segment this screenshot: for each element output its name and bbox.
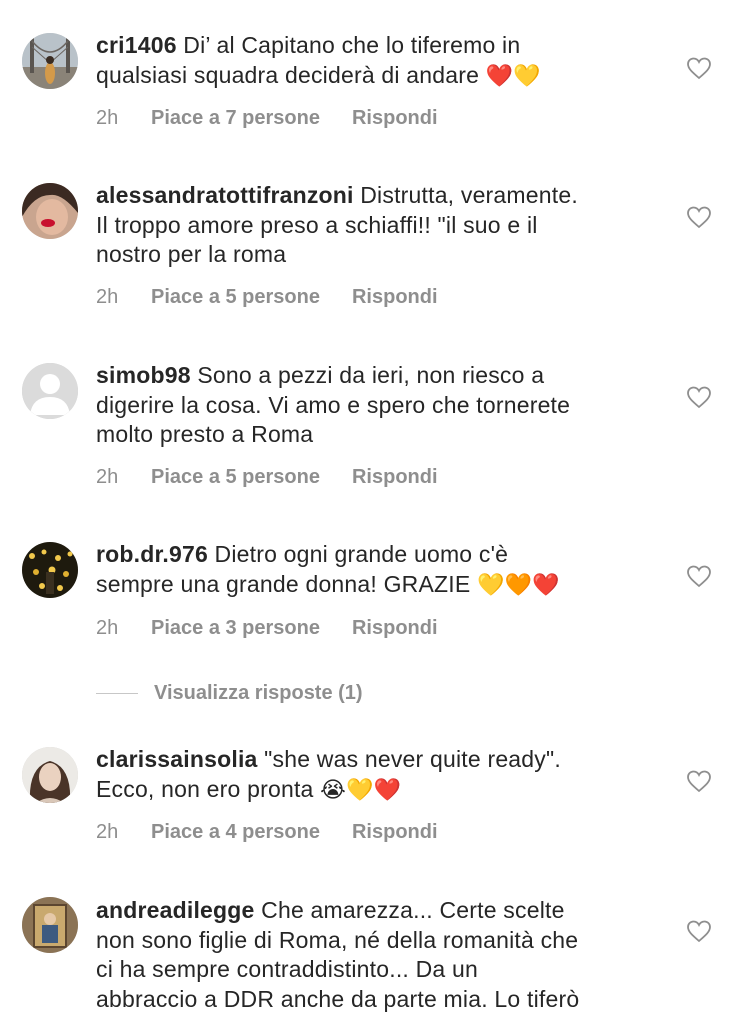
avatar[interactable] [22,542,78,598]
reply-button[interactable]: Rispondi [352,107,438,130]
comment-emojis: ❤️💛 [485,63,541,89]
comment-meta: 2h Piace a 3 persone Rispondi [96,617,438,640]
comment-likes-link[interactable]: Piace a 7 persone [151,107,320,130]
woman-portrait-avatar-image [22,747,78,803]
comment-text-line: Di’ al Capitano che lo tiferemo in [183,32,521,58]
comment-text-line: molto presto a Roma [96,421,314,447]
avatar[interactable] [22,33,78,89]
reply-button[interactable]: Rispondi [352,821,438,844]
like-button[interactable] [686,56,712,80]
comment-meta: 2h Piace a 5 persone Rispondi [96,286,438,309]
comment-time: 2h [96,107,119,129]
comment-text-line: sempre una grande donna! GRAZIE [96,570,471,597]
comment-text-line: Sono a pezzi da ieri, non riesco a [197,362,545,388]
painting-avatar-image [22,897,78,953]
comment-username[interactable]: rob.dr.976 [96,541,208,567]
comment-username[interactable]: clarissainsolia [96,746,258,772]
comment-text: alessandratottifranzoni Distrutta, veram… [96,181,656,270]
comment-text: clarissainsolia "she was never quite rea… [96,745,656,805]
heart-outline-icon [687,565,711,588]
comment-time: 2h [96,821,119,843]
like-button[interactable] [686,564,712,588]
comment-text-line: Il troppo amore preso a schiaffi!! "il s… [96,211,538,238]
heart-outline-icon [687,770,711,793]
comment-text-line: non sono figlie di Roma, né della romani… [96,926,579,953]
comment-text: andreadilegge Che amarezza... Certe scel… [96,896,656,1014]
view-replies-label: Visualizza risposte (1) [154,681,363,704]
comment-text-line: qualsiasi squadra deciderà di andare [96,61,480,88]
comment-username[interactable]: andreadilegge [96,897,255,923]
like-button[interactable] [686,205,712,229]
comment-meta: 2h Piace a 4 persone Rispondi [96,821,438,844]
comment-text-line: nostro per la roma [96,241,287,267]
heart-outline-icon [687,206,711,229]
heart-outline-icon [687,57,711,80]
comment-text-line: Che amarezza... Certe scelte [261,897,565,923]
comment-time: 2h [96,466,119,488]
avatar[interactable] [22,363,78,419]
comment-text-line: Distrutta, veramente. [360,182,578,208]
default-avatar-icon [22,363,78,419]
comment-username[interactable]: alessandratottifranzoni [96,182,354,208]
woman-avatar-image [22,183,78,239]
avatar[interactable] [22,897,78,953]
comment-username[interactable]: simob98 [96,362,191,388]
reply-button[interactable]: Rispondi [352,286,438,309]
comment-likes-link[interactable]: Piace a 4 persone [151,821,320,844]
like-button[interactable] [686,919,712,943]
comment-text: simob98 Sono a pezzi da ieri, non riesco… [96,361,656,450]
comment-text-line: abbraccio a DDR anche da parte mia. Lo t… [96,985,580,1012]
comment-username[interactable]: cri1406 [96,32,177,58]
comment-text: cri1406 Di’ al Capitano che lo tiferemo … [96,31,656,91]
reply-button[interactable]: Rispondi [352,617,438,640]
comment-text-line: Ecco, non ero pronta [96,775,314,802]
comment-text: rob.dr.976 Dietro ogni grande uomo c'è s… [96,540,656,600]
comment-likes-link[interactable]: Piace a 5 persone [151,286,320,309]
comment-text-line: ci ha sempre contraddistinto... Da un [96,956,478,982]
comment-meta: 2h Piace a 5 persone Rispondi [96,466,438,489]
heart-outline-icon [687,920,711,943]
lights-avatar-image [22,542,78,598]
avatar[interactable] [22,747,78,803]
bridge-avatar-image [22,33,78,89]
comment-text-line: "she was never quite ready". [264,746,561,772]
comment-likes-link[interactable]: Piace a 5 persone [151,466,320,489]
comment-meta: 2h Piace a 7 persone Rispondi [96,107,438,130]
view-replies-button[interactable]: Visualizza risposte (1) [96,680,363,706]
like-button[interactable] [686,769,712,793]
comment-text-line: Dietro ogni grande uomo c'è [214,541,509,567]
comment-emojis: 💛🧡❤️ [477,572,560,598]
reply-button[interactable]: Rispondi [352,466,438,489]
comment-emojis: 😭💛❤️ [320,777,402,803]
comment-time: 2h [96,286,119,308]
comment-time: 2h [96,617,119,639]
comment-likes-link[interactable]: Piace a 3 persone [151,617,320,640]
comment-text-line: digerire la cosa. Vi amo e spero che tor… [96,391,571,418]
like-button[interactable] [686,385,712,409]
replies-divider [96,692,138,694]
avatar[interactable] [22,183,78,239]
heart-outline-icon [687,386,711,409]
